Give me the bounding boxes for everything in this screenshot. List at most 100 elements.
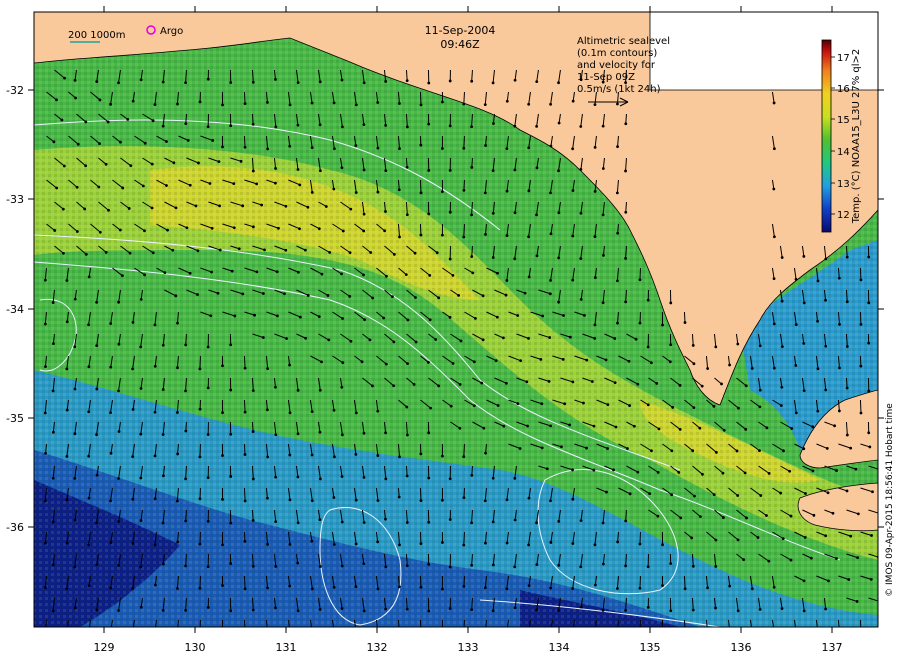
velocity-arrow-head	[414, 296, 417, 299]
velocity-arrow-head	[161, 124, 165, 128]
velocity-arrow-head	[744, 427, 748, 431]
velocity-arrow-head	[535, 166, 539, 170]
velocity-arrow-head	[505, 541, 509, 545]
velocity-arrow-head	[354, 498, 358, 502]
velocity-arrow-head	[296, 388, 300, 392]
velocity-arrow-head	[405, 79, 409, 83]
velocity-arrow-head	[579, 211, 583, 215]
velocity-arrow-head	[655, 382, 659, 385]
velocity-arrow	[251, 113, 254, 125]
velocity-arrow-head	[634, 337, 638, 341]
velocity-arrow-head	[772, 277, 776, 281]
velocity-arrow	[471, 465, 473, 476]
velocity-arrow-head	[772, 147, 776, 151]
velocity-arrow-head	[437, 384, 441, 388]
velocity-arrow-head	[527, 275, 531, 279]
velocity-arrow-head	[83, 207, 87, 211]
velocity-arrow-head	[616, 231, 620, 235]
velocity-arrow-head	[545, 467, 549, 471]
velocity-arrow-head	[324, 205, 328, 208]
velocity-arrow-head	[161, 562, 165, 566]
velocity-arrow-head	[349, 207, 353, 211]
velocity-arrow-head	[43, 278, 47, 282]
velocity-arrow	[463, 575, 465, 587]
x-tick-label: 133	[458, 641, 479, 654]
velocity-arrow-head	[691, 344, 695, 347]
velocity-arrow-head	[303, 248, 307, 252]
velocity-arrow-head	[571, 99, 575, 103]
velocity-arrow-head	[470, 521, 473, 525]
velocity-arrow-head	[243, 410, 247, 414]
velocity-arrow-head	[795, 631, 798, 634]
velocity-arrow-head	[837, 409, 841, 413]
velocity-arrow-head	[579, 605, 583, 609]
velocity-arrow-head	[43, 586, 47, 590]
velocity-arrow-head	[360, 360, 364, 364]
velocity-arrow-head	[285, 337, 288, 340]
velocity-arrow-head	[310, 410, 314, 414]
velocity-arrow-head	[527, 189, 531, 193]
velocity-arrow-head	[772, 235, 776, 239]
velocity-arrow-head	[557, 519, 561, 523]
velocity-arrow-head	[296, 81, 300, 85]
scale-legend: 200 1000m	[68, 30, 125, 43]
velocity-arrow-head	[615, 279, 619, 283]
velocity-arrow-head	[859, 323, 863, 326]
velocity-arrow-head	[661, 584, 664, 587]
velocity-arrow-head	[117, 81, 120, 85]
velocity-arrow-head	[73, 297, 77, 301]
velocity-arrow-head	[767, 559, 771, 563]
velocity-arrow-head	[571, 587, 575, 590]
velocity-arrow-head	[491, 476, 495, 480]
velocity-arrow-head	[481, 294, 485, 298]
velocity-arrow-head	[384, 80, 388, 83]
velocity-arrow-head	[288, 542, 292, 546]
velocity-arrow-head	[549, 424, 553, 428]
velocity-arrow-head	[492, 122, 495, 125]
velocity-arrow-head	[593, 103, 597, 106]
velocity-arrow-head	[870, 534, 873, 537]
velocity-arrow-head	[535, 254, 539, 258]
velocity-arrow-head	[506, 628, 509, 631]
velocity-arrow-head	[579, 257, 583, 261]
velocity-arrow-head	[802, 301, 806, 305]
velocity-arrow-head	[263, 248, 266, 252]
velocity-arrow-head	[646, 565, 650, 569]
velocity-arrow-head	[780, 607, 784, 610]
velocity-arrow-head	[288, 411, 292, 415]
velocity-arrow-head	[624, 564, 628, 568]
velocity-arrow-head	[184, 477, 187, 481]
velocity-arrow-head	[871, 490, 874, 494]
velocity-arrow-head	[384, 169, 388, 173]
velocity-arrow-head	[638, 586, 642, 590]
velocity-arrow-head	[128, 251, 132, 255]
velocity-arrow-head	[483, 586, 487, 590]
velocity-arrow-head	[484, 144, 487, 147]
velocity-arrow-head	[540, 446, 544, 450]
velocity-arrow-head	[856, 556, 859, 560]
velocity-arrow-head	[405, 165, 409, 169]
velocity-arrow-head	[332, 187, 336, 191]
velocity-arrow-head	[161, 433, 165, 436]
velocity-arrow-head	[419, 542, 423, 546]
velocity-arrow-head	[251, 225, 255, 229]
velocity-arrow	[185, 113, 187, 124]
velocity-arrow-head	[859, 411, 863, 415]
velocity-arrow-head	[326, 294, 330, 297]
velocity-arrow-head	[491, 81, 495, 85]
velocity-arrow-head	[484, 451, 488, 455]
velocity-arrow-head	[758, 388, 762, 392]
y-tick-label: -33	[6, 193, 24, 206]
velocity-arrow-head	[601, 608, 605, 612]
velocity-arrow	[243, 355, 246, 369]
velocity-arrow-head	[772, 322, 776, 326]
velocity-arrow-head	[384, 517, 387, 521]
velocity-arrow-head	[590, 380, 594, 383]
velocity-arrow-head	[736, 609, 740, 613]
velocity-arrow-head	[513, 168, 517, 172]
velocity-arrow-head	[87, 410, 91, 414]
velocity-arrow-head	[448, 168, 452, 172]
velocity-arrow-head	[612, 468, 615, 472]
velocity-arrow-head	[451, 362, 455, 365]
velocity-arrow-head	[405, 125, 409, 129]
